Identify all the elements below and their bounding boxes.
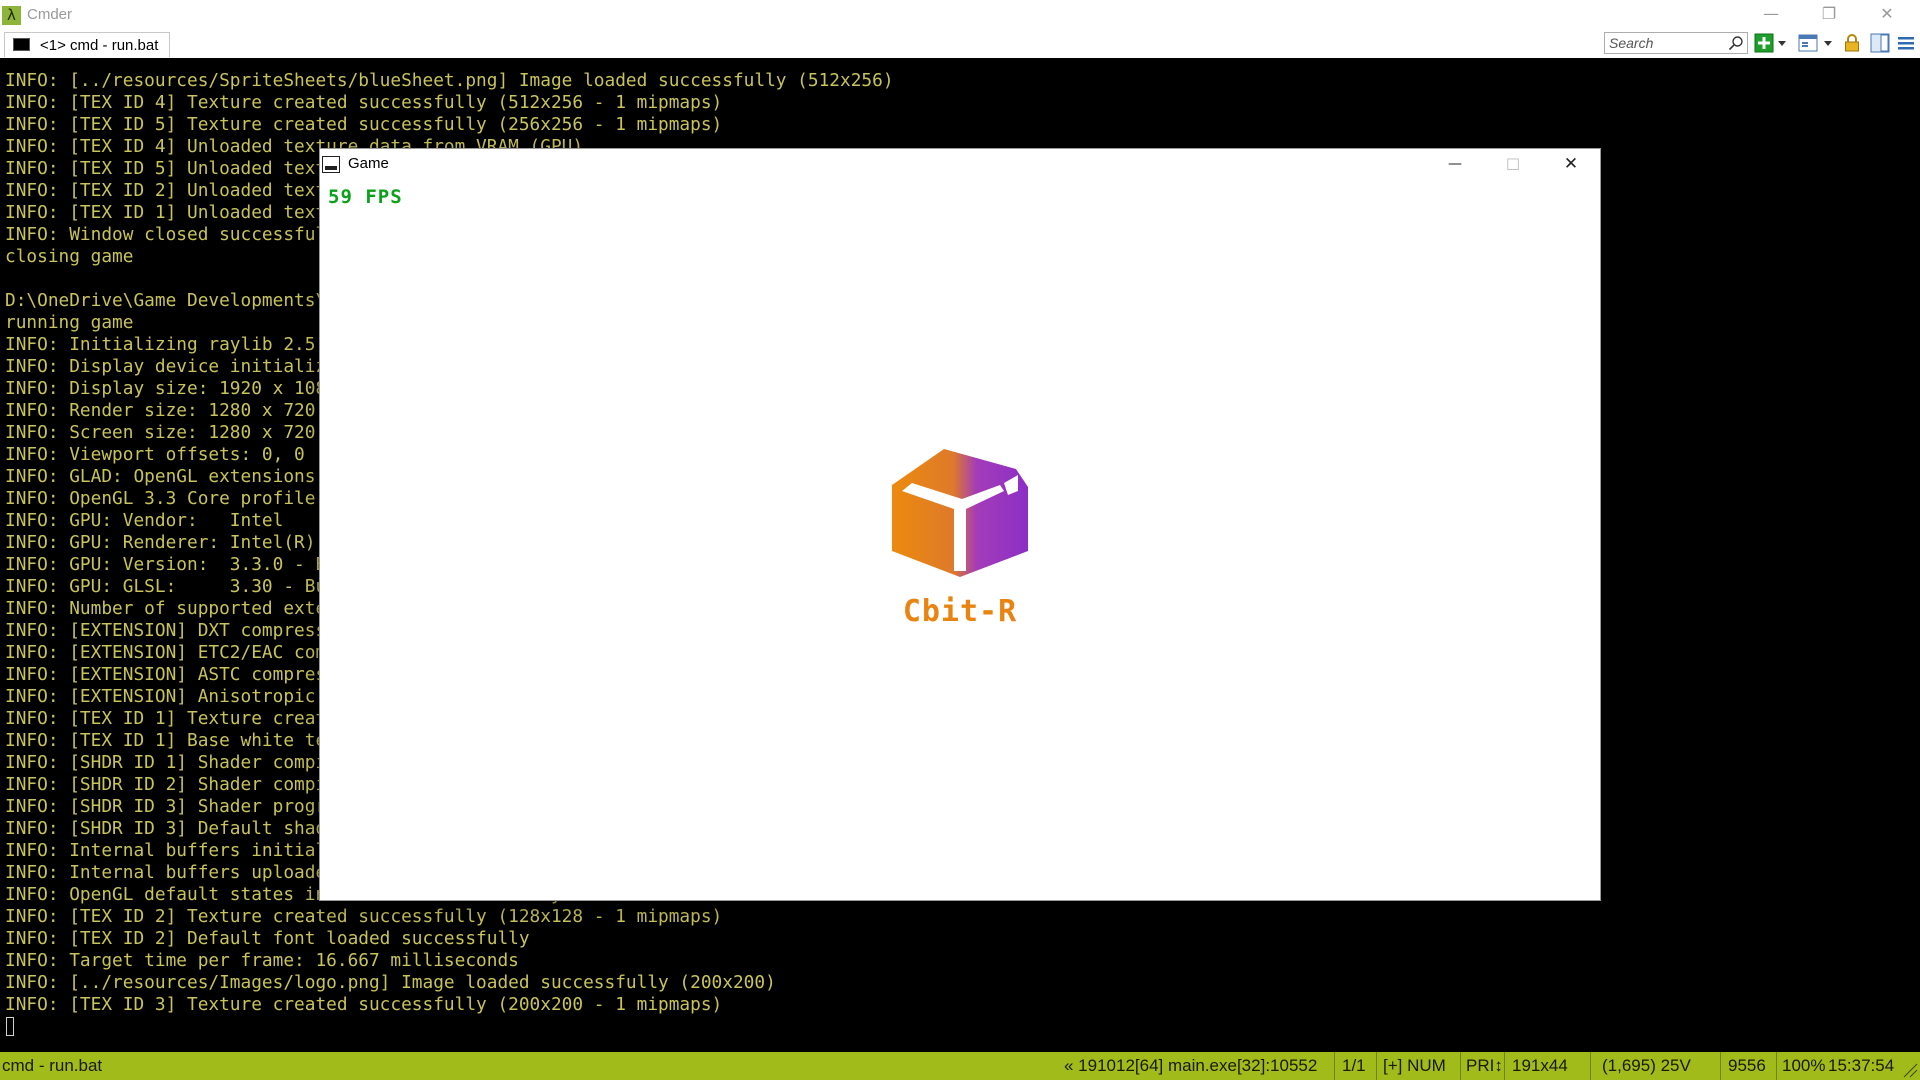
console-line: running game (5, 312, 134, 333)
status-keys: [+] NUM (1383, 1056, 1446, 1075)
text-cursor (6, 1017, 14, 1036)
status-cursor: (1,695) 25V (1602, 1056, 1691, 1075)
console-line: INFO: [TEX ID 3] Texture created success… (5, 994, 723, 1015)
console-line: INFO: Render size: 1280 x 720 (5, 400, 316, 421)
status-separator (1720, 1052, 1721, 1080)
console-line: INFO: GPU: Version: 3.3.0 - Bui (5, 554, 348, 575)
console-line: INFO: Initializing raylib 2.5 (5, 334, 316, 355)
resize-grip-icon[interactable] (1900, 1060, 1918, 1078)
console-line: INFO: [TEX ID 5] Unloaded textur (5, 158, 348, 179)
menu-icon[interactable] (1896, 33, 1916, 53)
console-line: INFO: Target time per frame: 16.667 mill… (5, 950, 519, 971)
console-line: closing game (5, 246, 134, 267)
switch-console-icon[interactable] (1798, 33, 1818, 53)
status-bar: cmd - run.bat « 191012[64] main.exe[32]:… (0, 1052, 1920, 1080)
game-maximize-button[interactable]: ☐ (1484, 149, 1542, 180)
status-separator (1334, 1052, 1335, 1080)
console-line: D:\OneDrive\Game Developments\Cb (5, 290, 348, 311)
game-minimize-button[interactable]: — (1426, 149, 1484, 180)
console-line: INFO: [SHDR ID 3] Default shader (5, 818, 348, 839)
console-line: INFO: [TEX ID 1] Unloaded textur (5, 202, 348, 223)
console-line: INFO: Number of supported extens (5, 598, 348, 619)
dropdown-icon[interactable] (1822, 33, 1834, 53)
console-line: INFO: [TEX ID 5] Texture created success… (5, 114, 723, 135)
status-process[interactable]: « 191012[64] main.exe[32]:10552 (1064, 1056, 1317, 1076)
console-line: INFO: Internal buffers uploaded (5, 862, 337, 883)
console-line: INFO: Viewport offsets: 0, 0 (5, 444, 305, 465)
tab-cmd-run[interactable]: <1> cmd - run.bat (4, 32, 170, 57)
status-separator (1460, 1052, 1461, 1080)
status-separator (1776, 1052, 1777, 1080)
console-line: INFO: GPU: Vendor: Intel (5, 510, 284, 531)
logo-text: Cbit-R (902, 594, 1018, 629)
cube-logo-icon (892, 449, 1028, 577)
console-line: INFO: Window closed successfully (5, 224, 348, 245)
console-line: INFO: [TEX ID 4] Texture created success… (5, 92, 723, 113)
console-line: INFO: Display size: 1920 x 1080 (5, 378, 337, 399)
console-line: INFO: [SHDR ID 1] Shader compile (5, 752, 348, 773)
console-line: INFO: Display device initialized (5, 356, 348, 377)
new-console-icon[interactable] (1754, 33, 1774, 53)
game-canvas[interactable]: 59 FPS Cbit-R (320, 180, 1600, 900)
console-line: INFO: GLAD: OpenGL extensions lo (5, 466, 348, 487)
console-icon (13, 38, 30, 51)
game-window[interactable]: Game — ☐ ✕ 59 FPS Cbit-R (320, 149, 1600, 900)
console-line: INFO: GPU: Renderer: Intel(R) UH (5, 532, 348, 553)
cmder-titlebar: λ Cmder — ❐ ✕ (0, 0, 1920, 28)
lambda-icon: λ (2, 6, 21, 25)
console-line: INFO: [TEX ID 1] Texture created (5, 708, 348, 729)
console-line: INFO: [EXTENSION] ETC2/EAC compr (5, 642, 348, 663)
status-separator (1376, 1052, 1377, 1080)
split-pane-icon[interactable] (1870, 33, 1890, 53)
console-line: INFO: [../resources/Images/logo.png] Ima… (5, 972, 776, 993)
status-separator (1504, 1052, 1505, 1080)
minimize-button[interactable]: — (1748, 0, 1794, 28)
console-line: INFO: GPU: GLSL: 3.30 - Buil (5, 576, 348, 597)
fps-counter: 59 FPS (328, 186, 403, 208)
console-line: INFO: [EXTENSION] ASTC compresse (5, 664, 348, 685)
game-close-button[interactable]: ✕ (1542, 149, 1600, 180)
console-line: INFO: [TEX ID 2] Default font loaded suc… (5, 928, 530, 949)
console-line: INFO: [EXTENSION] DXT compressed (5, 620, 348, 641)
raylib-icon (322, 156, 340, 173)
close-button[interactable]: ✕ (1864, 0, 1910, 28)
console-line: INFO: Internal buffers initiali (5, 840, 337, 861)
status-size: 191x44 (1512, 1056, 1568, 1075)
tab-label: <1> cmd - run.bat (40, 37, 159, 54)
status-priority[interactable]: PRI↕ (1466, 1056, 1503, 1076)
status-zoom[interactable]: 100% (1782, 1056, 1825, 1076)
console-line: INFO: [../resources/SpriteSheets/blueShe… (5, 70, 894, 91)
console-line: INFO: [SHDR ID 2] Shader compile (5, 774, 348, 795)
status-time: 15:37:54 (1828, 1056, 1895, 1075)
restore-button[interactable]: ❐ (1806, 0, 1852, 28)
status-console-index[interactable]: 1/1 (1342, 1056, 1366, 1076)
lock-icon[interactable] (1842, 33, 1862, 53)
console-line: INFO: [TEX ID 2] Texture created success… (5, 906, 723, 927)
search-input[interactable] (1609, 34, 1721, 52)
status-separator (1590, 1052, 1591, 1080)
dropdown-icon[interactable] (1776, 33, 1788, 53)
window-title: Cmder (27, 6, 73, 23)
console-line: INFO: [TEX ID 2] Unloaded textur (5, 180, 348, 201)
status-pid: 9556 (1728, 1056, 1766, 1075)
console-line: INFO: Screen size: 1280 x 720 (5, 422, 316, 443)
console-line: INFO: OpenGL 3.3 Core profile su (5, 488, 348, 509)
search-box[interactable] (1604, 32, 1748, 54)
console-line: INFO: [EXTENSION] Anisotropic te (5, 686, 348, 707)
search-icon[interactable] (1728, 35, 1744, 51)
console-line: INFO: [TEX ID 1] Base white text (5, 730, 348, 751)
console-line: INFO: [SHDR ID 3] Shader program (5, 796, 348, 817)
game-title: Game (348, 155, 389, 172)
status-console-title: cmd - run.bat (2, 1056, 103, 1075)
game-titlebar[interactable]: Game — ☐ ✕ (320, 149, 1600, 180)
